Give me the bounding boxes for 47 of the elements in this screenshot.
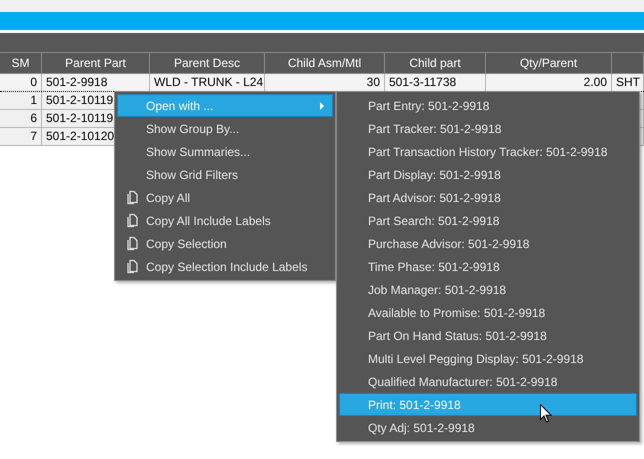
menu-item[interactable]: Part Search: 501-2-9918 bbox=[339, 209, 637, 232]
menu-item[interactable]: Copy Selection bbox=[117, 232, 333, 255]
table-cell: SHT bbox=[616, 75, 640, 89]
menu-item[interactable]: Part On Hand Status: 501-2-9918 bbox=[339, 324, 637, 347]
menu-item[interactable]: Qty Adj: 501-2-9918 bbox=[339, 416, 637, 439]
column-header[interactable]: Parent Part bbox=[42, 53, 150, 73]
menu-item[interactable]: Show Grid Filters bbox=[117, 163, 333, 186]
table-cell: 1 bbox=[30, 93, 37, 107]
menu-item[interactable]: Part Transaction History Tracker: 501-2-9918 bbox=[339, 140, 637, 163]
table-cell: 0 bbox=[30, 75, 37, 89]
menu-item[interactable]: Part Tracker: 501-2-9918 bbox=[339, 117, 637, 140]
table-cell: 501-2-10119 bbox=[46, 111, 114, 125]
table-row[interactable]: 0 501-2-9918 WLD - TRUNK - L24 30 501-3-11738 2.00 SHT bbox=[0, 74, 644, 92]
menu-item[interactable]: Part Entry: 501-2-9918 bbox=[339, 94, 637, 117]
copy-icon bbox=[126, 190, 138, 205]
table-cell: 501-3-11738 bbox=[389, 75, 456, 89]
cursor-icon bbox=[540, 404, 552, 423]
table-cell: 2.00 bbox=[584, 75, 607, 89]
table-cell: 30 bbox=[366, 75, 380, 89]
table-cell: 501-2-10120 bbox=[46, 129, 114, 143]
menu-item[interactable]: Show Group By... bbox=[117, 117, 333, 140]
menu-item[interactable]: Available to Promise: 501-2-9918 bbox=[339, 301, 637, 324]
table-cell: 501-2-10119 bbox=[46, 93, 114, 107]
menu-item[interactable]: Multi Level Pegging Display: 501-2-9918 bbox=[339, 347, 637, 370]
menu-item[interactable]: Job Manager: 501-2-9918 bbox=[339, 278, 637, 301]
menu-item[interactable]: Purchase Advisor: 501-2-9918 bbox=[339, 232, 637, 255]
table-cell: 501-2-9918 bbox=[46, 75, 108, 89]
menu-item[interactable]: Show Summaries... bbox=[117, 140, 333, 163]
table-cell: 7 bbox=[30, 129, 37, 143]
copy-icon bbox=[126, 259, 138, 274]
menu-item[interactable]: Part Advisor: 501-2-9918 bbox=[339, 186, 637, 209]
copy-icon bbox=[126, 213, 138, 228]
menu-item[interactable]: Qualified Manufacturer: 501-2-9918 bbox=[339, 370, 637, 393]
table-cell: WLD - TRUNK - L24 bbox=[154, 75, 264, 89]
menu-item[interactable]: Part Display: 501-2-9918 bbox=[339, 163, 637, 186]
column-header[interactable]: SM bbox=[0, 53, 42, 73]
column-header[interactable]: Qty/Parent bbox=[486, 53, 612, 73]
menu-item[interactable]: Copy Selection Include Labels bbox=[117, 255, 333, 278]
copy-icon bbox=[126, 236, 138, 251]
menu-item[interactable]: Copy All bbox=[117, 186, 333, 209]
column-header[interactable]: Parent Desc bbox=[150, 53, 265, 73]
column-header[interactable]: Child part bbox=[385, 53, 486, 73]
menu-item[interactable]: Time Phase: 501-2-9918 bbox=[339, 255, 637, 278]
submenu-arrow-icon bbox=[320, 102, 324, 110]
table-cell: 6 bbox=[30, 111, 37, 125]
column-header[interactable]: Child Asm/Mtl bbox=[265, 53, 385, 73]
menu-item[interactable]: Copy All Include Labels bbox=[117, 209, 333, 232]
